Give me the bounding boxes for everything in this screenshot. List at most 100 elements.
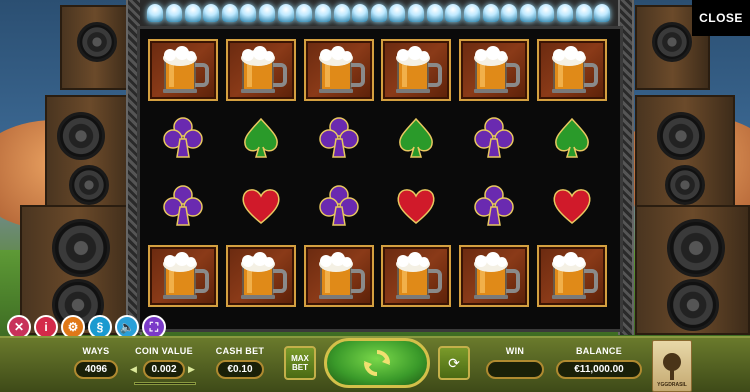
speaker-icon (667, 279, 719, 331)
stage-light-icon (426, 4, 443, 22)
reel-symbol-beer (226, 245, 296, 307)
beer-icon (319, 252, 365, 299)
autoplay-icon: ⟳ (448, 354, 460, 371)
stage-light-icon (370, 4, 387, 22)
stage-light-icon (519, 4, 536, 22)
cash-bet-value: €0.10 (216, 360, 264, 379)
beer-icon (319, 46, 365, 93)
coin-increase-icon[interactable]: ▶ (188, 364, 195, 375)
reel-symbol-beer (381, 245, 451, 307)
beer-icon (396, 252, 442, 299)
stage-light-icon (314, 4, 331, 22)
stage-light-icon (203, 4, 220, 22)
beer-icon (552, 46, 598, 93)
ways-value: 4096 (74, 360, 118, 379)
beer-icon (396, 46, 442, 93)
stage-light-icon (259, 4, 276, 22)
reel-symbol-club (148, 175, 218, 237)
stage-light-icon (594, 4, 611, 22)
beer-icon (552, 252, 598, 299)
max-bet-label: MAX BET (291, 354, 309, 372)
right-speaker-stack (620, 0, 750, 340)
spin-button[interactable] (324, 338, 430, 388)
reel-symbol-beer (537, 245, 607, 307)
logo-text: YGGDRASIL (657, 382, 687, 388)
max-bet-button[interactable]: MAX BET (284, 346, 316, 380)
stage-light-icon (538, 4, 555, 22)
stage-light-icon (296, 4, 313, 22)
stage-light-icon (277, 4, 294, 22)
yggdrasil-logo: YGGDRASIL (652, 340, 692, 392)
stage-light-icon (389, 4, 406, 22)
ways-label: WAYS (82, 346, 110, 356)
speaker-icon (77, 22, 117, 62)
reel-symbol-beer (304, 245, 374, 307)
club-icon (319, 185, 359, 226)
stage-light-icon (557, 4, 574, 22)
coin-slider[interactable] (134, 382, 196, 385)
stage-light-icon (463, 4, 480, 22)
speaker-icon (652, 22, 692, 62)
reel-symbol-club (459, 107, 529, 169)
speaker-icon (657, 112, 705, 160)
spade-icon (399, 117, 433, 158)
stage-light-icon (575, 4, 592, 22)
speaker-icon (69, 165, 109, 205)
win-label: WIN (505, 346, 525, 356)
balance-value: €11,000.00 (556, 360, 642, 379)
beer-icon (241, 46, 287, 93)
heart-icon (553, 189, 591, 224)
stage-light-icon (165, 4, 182, 22)
spade-icon (555, 117, 589, 158)
club-icon (319, 117, 359, 158)
coin-value-label: COIN VALUE (135, 346, 193, 356)
reel-symbol-club (304, 175, 374, 237)
reel-symbol-beer (459, 39, 529, 101)
beer-icon (474, 252, 520, 299)
beer-icon (163, 252, 209, 299)
reel-symbol-heart (537, 175, 607, 237)
stage-light-icon (184, 4, 201, 22)
stage-light-icon (147, 4, 164, 22)
autoplay-button[interactable]: ⟳ (438, 346, 470, 380)
cash-bet-label: CASH BET (215, 346, 265, 356)
stage-light-icon (333, 4, 350, 22)
club-icon (474, 117, 514, 158)
stage-light-icon (240, 4, 257, 22)
reel-symbol-beer (381, 39, 451, 101)
stage-light-icon (221, 4, 238, 22)
coin-decrease-icon[interactable]: ◀ (130, 364, 137, 375)
speaker-icon (665, 165, 705, 205)
heart-icon (397, 189, 435, 224)
speaker-cabinet (635, 95, 735, 210)
reel-symbol-beer (459, 245, 529, 307)
beer-icon (163, 46, 209, 93)
close-button[interactable]: CLOSE (692, 0, 750, 36)
speaker-cabinet (635, 205, 750, 335)
speaker-icon (52, 219, 110, 277)
club-icon (474, 185, 514, 226)
stage-light-icon (501, 4, 518, 22)
reel-symbol-heart (226, 175, 296, 237)
reel-symbol-club (459, 175, 529, 237)
stage-light-icon (408, 4, 425, 22)
club-icon (163, 117, 203, 158)
tree-icon (663, 353, 681, 380)
speaker-cabinet (45, 95, 135, 210)
beer-icon (241, 252, 287, 299)
reel-symbol-heart (381, 175, 451, 237)
reel-symbol-beer (148, 39, 218, 101)
reel-symbol-beer (537, 39, 607, 101)
balance-label: BALANCE (575, 346, 623, 356)
stage-light-icon (352, 4, 369, 22)
win-value (486, 360, 544, 379)
stage-light-icon (482, 4, 499, 22)
speaker-icon (667, 219, 725, 277)
reel-symbol-club (148, 107, 218, 169)
heart-icon (242, 189, 280, 224)
reel-symbol-beer (226, 39, 296, 101)
reel-symbol-beer (148, 245, 218, 307)
spade-icon (244, 117, 278, 158)
reel-symbol-beer (304, 39, 374, 101)
speaker-icon (57, 112, 105, 160)
